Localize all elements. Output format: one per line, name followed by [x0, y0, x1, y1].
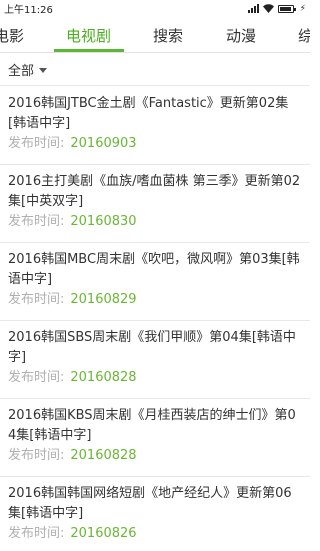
tab-tv-series[interactable]: 电视剧	[66, 25, 111, 46]
item-meta: 发布时间: 20160826	[8, 525, 302, 543]
status-time: 上午11:26	[4, 5, 53, 16]
publish-date: 20160829	[70, 292, 137, 307]
filter-dropdown[interactable]: 全部	[0, 53, 310, 86]
publish-label: 发布时间:	[8, 448, 65, 463]
publish-label: 发布时间:	[8, 136, 65, 151]
item-title: 2016韩国MBC周末剧《吹吧，微风啊》第03集[韩语中字]	[8, 252, 300, 287]
item-title: 2016韩国韩国网络短剧《地产经纪人》更新第06集[韩语中字]	[8, 486, 292, 521]
item-meta: 发布时间: 20160830	[8, 213, 302, 231]
list-item[interactable]: 2016韩国JTBC金土剧《Fantastic》更新第02集[韩语中字] 发布时…	[0, 87, 310, 165]
publish-date: 20160826	[70, 526, 137, 541]
tab-movies[interactable]: 电影	[0, 25, 24, 46]
series-list: 2016韩国JTBC金土剧《Fantastic》更新第02集[韩语中字] 发布时…	[0, 87, 310, 551]
item-meta: 发布时间: 20160828	[8, 447, 302, 465]
item-meta: 发布时间: 20160829	[8, 291, 302, 309]
item-title: 2016韩国KBS周末剧《月桂西装店的绅士们》第04集[韩语中字]	[8, 408, 296, 443]
status-bar: 上午11:26 ⚡	[0, 0, 310, 17]
status-icons: ⚡	[247, 3, 306, 14]
filter-label: 全部	[8, 63, 35, 79]
wifi-icon	[262, 4, 274, 13]
list-item[interactable]: 2016主打美剧《血族/嗜血菌株 第三季》更新第02集[中英双字] 发布时间: 2…	[0, 165, 310, 243]
item-title: 2016韩国JTBC金土剧《Fantastic》更新第02集[韩语中字]	[8, 96, 289, 131]
item-title: 2016韩国SBS周末剧《我们甲顺》第04集[韩语中字]	[8, 330, 296, 365]
tab-search[interactable]: 搜索	[153, 25, 183, 46]
signal-icon	[247, 4, 259, 13]
battery-icon	[277, 4, 296, 13]
publish-label: 发布时间:	[8, 526, 65, 541]
publish-date: 20160828	[70, 448, 137, 463]
publish-date: 20160830	[70, 214, 137, 229]
item-meta: 发布时间: 20160828	[8, 369, 302, 387]
item-title: 2016主打美剧《血族/嗜血菌株 第三季》更新第02集[中英双字]	[8, 174, 301, 209]
publish-date: 20160828	[70, 370, 137, 385]
list-item[interactable]: 2016韩国SBS周末剧《我们甲顺》第04集[韩语中字] 发布时间: 201608…	[0, 321, 310, 399]
list-item[interactable]: 2016韩国KBS周末剧《月桂西装店的绅士们》第04集[韩语中字] 发布时间: 2…	[0, 399, 310, 477]
charging-icon: ⚡	[299, 3, 306, 14]
item-meta: 发布时间: 20160903	[8, 135, 302, 153]
tab-variety[interactable]: 综	[298, 25, 310, 46]
publish-label: 发布时间:	[8, 214, 65, 229]
active-tab-indicator	[54, 49, 124, 52]
list-item[interactable]: 2016韩国MBC周末剧《吹吧，微风啊》第03集[韩语中字] 发布时间: 2016…	[0, 243, 310, 321]
tab-anime[interactable]: 动漫	[226, 25, 256, 46]
list-item[interactable]: 2016韩国韩国网络短剧《地产经纪人》更新第06集[韩语中字] 发布时间: 201…	[0, 477, 310, 551]
publish-label: 发布时间:	[8, 370, 65, 385]
chevron-down-icon	[39, 67, 48, 73]
publish-label: 发布时间:	[8, 292, 65, 307]
publish-date: 20160903	[70, 136, 137, 151]
category-tabs: 电影 电视剧 搜索 动漫 综	[0, 17, 310, 53]
